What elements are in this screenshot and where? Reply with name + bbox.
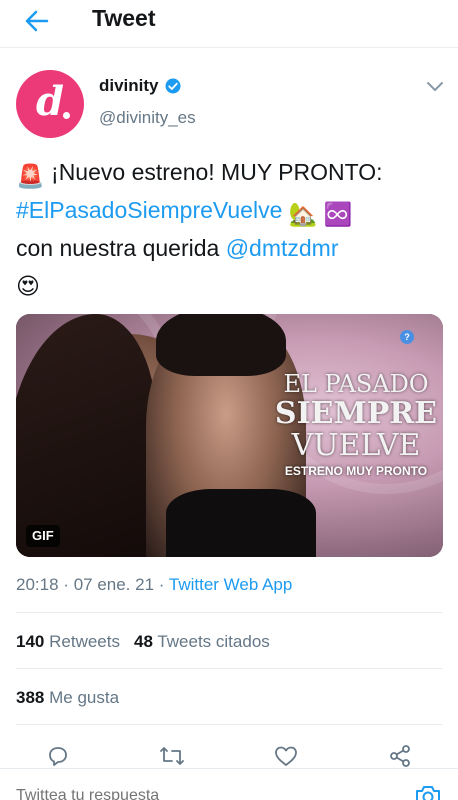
info-icon[interactable]: ? bbox=[400, 330, 414, 344]
infinity-emoji: ♾️ bbox=[323, 201, 353, 227]
tweet-media-gif[interactable]: EL PASADO SIEMPRE VUELVE ESTRENO MUY PRO… bbox=[16, 314, 443, 557]
author-display-name[interactable]: divinity bbox=[99, 76, 159, 96]
back-button[interactable] bbox=[22, 6, 52, 36]
hashtag-link[interactable]: #ElPasadoSiempreVuelve bbox=[16, 197, 282, 223]
tweet-meta: 20:18 · 07 ene. 21 · Twitter Web App bbox=[16, 575, 292, 595]
media-man-hair bbox=[156, 314, 286, 376]
share-button[interactable] bbox=[386, 742, 414, 770]
retweet-stats: 140 Retweets 48 Tweets citados bbox=[16, 632, 270, 652]
quotes-count: 48 bbox=[133, 632, 153, 651]
page-title: Tweet bbox=[92, 5, 156, 31]
avatar-logo: d bbox=[36, 77, 64, 125]
camera-icon bbox=[416, 786, 440, 800]
reply-bar bbox=[0, 768, 458, 800]
meta-separator: · bbox=[158, 575, 165, 594]
tweet-text: 🚨 ¡Nuevo estreno! MUY PRONTO: #ElPasadoS… bbox=[16, 155, 446, 303]
tweet-text-part1: ¡Nuevo estreno! MUY PRONTO: bbox=[51, 159, 383, 185]
source-app-link[interactable]: Twitter Web App bbox=[169, 575, 292, 594]
divider bbox=[16, 668, 442, 669]
avatar[interactable]: d bbox=[16, 70, 84, 138]
tweet-text-part2: con nuestra querida bbox=[16, 235, 220, 261]
heart-eyes-emoji: 😍 bbox=[16, 273, 40, 299]
retweet-button[interactable] bbox=[158, 742, 186, 770]
share-icon bbox=[390, 745, 410, 767]
show-title-line2: SIEMPRE bbox=[274, 396, 438, 431]
retweets-count: 140 bbox=[16, 632, 45, 651]
retweet-icon bbox=[160, 747, 184, 765]
show-title-line1: EL PASADO bbox=[283, 370, 429, 398]
quotes-label: Tweets citados bbox=[157, 632, 270, 651]
reply-input[interactable] bbox=[16, 787, 223, 800]
divider bbox=[16, 612, 442, 613]
author-handle[interactable]: @divinity_es bbox=[99, 108, 196, 128]
likes-stat[interactable]: 388 Me gusta bbox=[16, 688, 119, 708]
author-name-row[interactable]: divinity bbox=[99, 76, 182, 96]
likes-label: Me gusta bbox=[49, 688, 120, 707]
heart-icon bbox=[275, 746, 297, 766]
mention-link[interactable]: @dmtzdmr bbox=[226, 235, 339, 261]
meta-separator: · bbox=[63, 575, 69, 594]
chevron-down-icon[interactable] bbox=[426, 80, 444, 94]
show-title-line3: VUELVE bbox=[291, 428, 421, 463]
like-button[interactable] bbox=[272, 742, 300, 770]
top-bar: Tweet bbox=[0, 0, 458, 48]
show-subtitle: ESTRENO MUY PRONTO bbox=[284, 464, 428, 478]
camera-button[interactable] bbox=[414, 783, 442, 800]
siren-emoji: 🚨 bbox=[16, 163, 45, 189]
verified-badge-icon bbox=[165, 78, 181, 94]
avatar-logo-dot bbox=[63, 112, 70, 119]
media-jacket bbox=[166, 489, 316, 557]
show-title: EL PASADO SIEMPRE VUELVE bbox=[272, 370, 440, 462]
likes-count: 388 bbox=[16, 688, 45, 707]
tweet-time: 20:18 bbox=[16, 575, 59, 594]
reply-icon bbox=[49, 747, 67, 766]
divider bbox=[16, 724, 442, 725]
gif-badge: GIF bbox=[26, 525, 60, 547]
house-emoji: 🏡 bbox=[288, 201, 318, 227]
arrow-left-icon bbox=[25, 10, 49, 32]
retweets-label: Retweets bbox=[49, 632, 120, 651]
media-woman-hair bbox=[16, 314, 156, 557]
reply-button[interactable] bbox=[44, 742, 72, 770]
tweet-date: 07 ene. 21 bbox=[73, 575, 155, 594]
retweets-stat[interactable]: 140 Retweets bbox=[16, 632, 120, 652]
quotes-stat[interactable]: 48 Tweets citados bbox=[134, 632, 270, 652]
